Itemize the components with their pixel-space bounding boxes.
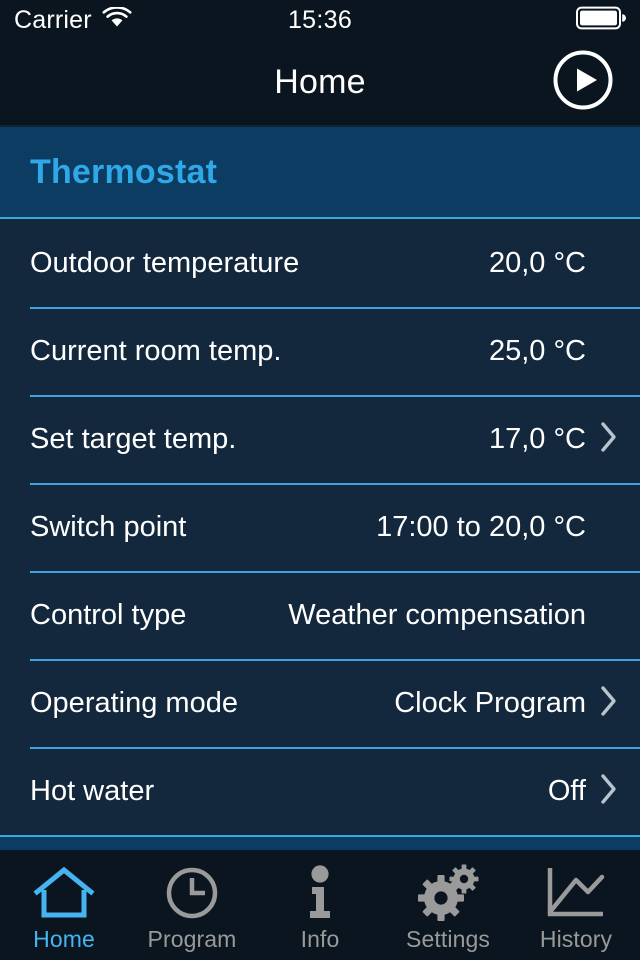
row-label: Outdoor temperature — [30, 246, 300, 279]
info-icon — [303, 864, 337, 922]
tab-settings[interactable]: Settings — [384, 850, 512, 960]
row-current-room-temp: Current room temp. 25,0 °C — [0, 307, 640, 395]
row-right: 20,0 °C — [489, 247, 618, 280]
play-button[interactable] — [552, 49, 614, 116]
row-value: Clock Program — [394, 686, 586, 719]
clock-icon — [164, 864, 220, 922]
row-right: Clock Program — [394, 685, 618, 722]
page-title: Home — [274, 63, 366, 101]
battery-full-icon — [576, 6, 626, 35]
row-label: Set target temp. — [30, 422, 237, 455]
house-icon — [33, 864, 95, 922]
row-right: 17:00 to 20,0 °C — [376, 511, 618, 544]
list-footer-band — [0, 835, 640, 850]
tab-label: Home — [33, 925, 95, 952]
row-label: Operating mode — [30, 686, 238, 719]
settings-list: Outdoor temperature 20,0 °C Current room… — [0, 219, 640, 850]
section-header-thermostat: Thermostat — [0, 127, 640, 219]
row-label: Hot water — [30, 774, 155, 807]
row-right: 25,0 °C — [489, 335, 618, 368]
tab-history[interactable]: History — [512, 850, 640, 960]
row-label: Current room temp. — [30, 334, 282, 367]
status-bar: Carrier 15:36 — [0, 0, 640, 40]
tab-program[interactable]: Program — [128, 850, 256, 960]
tab-label: Settings — [406, 925, 490, 952]
line-chart-icon — [545, 864, 607, 922]
tab-info[interactable]: Info — [256, 850, 384, 960]
tab-label: Program — [147, 925, 237, 952]
chevron-right-icon — [600, 685, 618, 722]
row-right: Off — [548, 773, 618, 810]
chevron-right-icon — [600, 421, 618, 458]
row-outdoor-temperature: Outdoor temperature 20,0 °C — [0, 219, 640, 307]
section-title: Thermostat — [30, 152, 218, 191]
row-label: Control type — [30, 598, 187, 631]
row-control-type: Control type Weather compensation — [0, 571, 640, 659]
row-right: 17,0 °C — [489, 421, 618, 458]
tab-label: History — [539, 925, 613, 952]
tab-bar: Home Program Info Settings History — [0, 850, 640, 960]
app-screen: Carrier 15:36 Home Thermostat Outdoor te… — [0, 0, 640, 960]
status-bar-left: Carrier — [14, 6, 132, 35]
row-right: Weather compensation — [288, 599, 618, 632]
navigation-bar: Home — [0, 40, 640, 127]
play-circle-icon — [552, 49, 614, 116]
tab-home[interactable]: Home — [0, 850, 128, 960]
row-value: 17:00 to 20,0 °C — [376, 510, 586, 543]
row-value: Weather compensation — [288, 598, 586, 631]
wifi-icon — [102, 5, 132, 34]
row-value: 17,0 °C — [488, 422, 586, 455]
status-bar-right — [576, 6, 626, 35]
row-hot-water[interactable]: Hot water Off — [0, 747, 640, 835]
row-label: Switch point — [30, 510, 187, 543]
tab-label: Info — [300, 925, 340, 952]
row-value: 25,0 °C — [488, 334, 586, 367]
row-value: Off — [547, 774, 586, 807]
row-value: 20,0 °C — [488, 246, 586, 279]
carrier-label: Carrier — [14, 5, 92, 34]
row-switch-point: Switch point 17:00 to 20,0 °C — [0, 483, 640, 571]
row-set-target-temp[interactable]: Set target temp. 17,0 °C — [0, 395, 640, 483]
row-operating-mode[interactable]: Operating mode Clock Program — [0, 659, 640, 747]
chevron-right-icon — [600, 773, 618, 810]
gears-icon — [417, 864, 479, 922]
